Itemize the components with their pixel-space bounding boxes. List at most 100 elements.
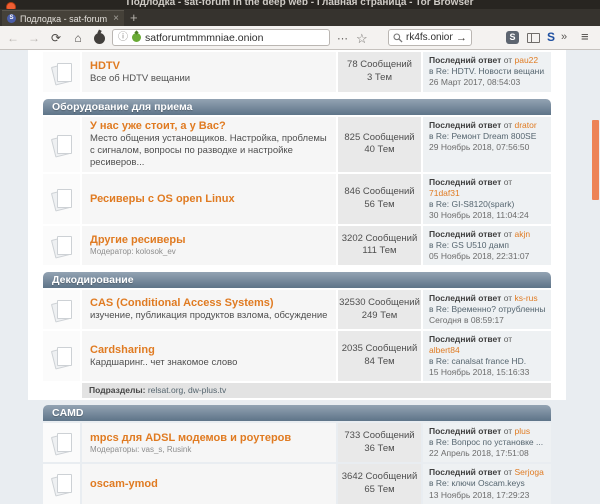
board-stats: 2035 Сообщений 84 Тем <box>338 331 421 382</box>
search-box[interactable]: rk4fs.onion/ → <box>388 29 472 46</box>
board-stats: 78 Сообщений 3 Тем <box>338 52 421 92</box>
board-posts-count: 78 Сообщений <box>347 59 412 71</box>
lastpost-user-link[interactable]: akjn <box>515 229 531 239</box>
lastpost-user-link[interactable]: ks-rus <box>515 293 538 303</box>
forum-category: Оборудование для приема У нас уже стоит,… <box>43 99 551 265</box>
window-close-button[interactable] <box>6 2 16 9</box>
board-pages-icon <box>50 62 72 86</box>
lastpost-topic-link[interactable]: в Re: ключи Oscam.keys <box>429 478 545 489</box>
board-moderators: Модератор: kolosok_ev <box>90 247 176 257</box>
lastpost-topic-link[interactable]: в Re: Временно? отрубленны... <box>429 304 545 315</box>
page-actions-icon[interactable]: ⋯ <box>337 34 348 45</box>
board-info-cell: Другие ресиверы Модератор: kolosok_ev <box>82 225 336 265</box>
back-button[interactable]: ← <box>5 30 21 46</box>
board-pages-icon <box>50 346 72 370</box>
board-posts-count: 2035 Сообщений <box>341 343 418 355</box>
search-go-button[interactable]: → <box>456 32 467 44</box>
board-icon-cell <box>43 464 80 504</box>
category-title: Оборудование для приема <box>52 101 193 113</box>
board-link[interactable]: mpcs для ADSL модемов и роутеров <box>90 432 328 444</box>
board-icon-cell <box>43 117 80 172</box>
lastpost-date: 29 Ноябрь 2018, 07:56:50 <box>429 142 530 153</box>
board-row: oscam-ymod 3642 Сообщений 65 Тем Последн… <box>43 464 551 504</box>
board-topics-count: 3 Тем <box>366 72 392 83</box>
lastpost-topic-link[interactable]: в Re: Ремонт Dream 800SE <box>429 131 545 142</box>
tab-bar: S Подлодка - sat-forum in × + <box>0 9 600 26</box>
board-posts-count: 3202 Сообщений <box>341 232 418 244</box>
browser-tab[interactable]: S Подлодка - sat-forum in × <box>2 10 124 26</box>
lastpost-user-link[interactable]: 71daf31 <box>429 188 460 198</box>
new-tab-button[interactable]: + <box>130 9 138 26</box>
board-info-cell: Cardsharing Кардшаринг.. чет знакомое сл… <box>82 331 336 382</box>
lastpost-user-link[interactable]: plus <box>515 426 531 436</box>
torbutton-onion-icon[interactable] <box>94 33 105 44</box>
lastpost-topic-link[interactable]: в Re: canalsat france HD. <box>429 356 545 367</box>
search-input-value: rk4fs.onion/ <box>406 32 453 43</box>
board-description: Все об HDTV вещании <box>90 72 191 84</box>
sidebar-icon[interactable] <box>527 33 540 43</box>
board-topics-count: 249 Тем <box>361 309 398 321</box>
home-button[interactable]: ⌂ <box>70 30 86 46</box>
lastpost-topic-link[interactable]: в Re: GS U510 дамп <box>429 240 545 251</box>
board-link[interactable]: Другие ресиверы <box>90 234 328 246</box>
forward-button[interactable]: → <box>26 30 42 46</box>
board-pages-icon <box>50 432 72 456</box>
lastpost-topic-link[interactable]: в Re: Вопрос по установке ... <box>429 437 545 448</box>
board-topics-count: 36 Тем <box>364 442 395 454</box>
url-bar[interactable]: ⓘ satforumtmmmniae.onion <box>112 29 330 46</box>
board-description: Место общения установщиков. Настройка, п… <box>90 133 327 168</box>
scrollbar-thumb[interactable] <box>592 120 599 200</box>
overflow-chevron-icon[interactable]: » <box>561 31 567 43</box>
forum-category: Декодирование CAS (Conditional Access Sy… <box>43 271 551 399</box>
noscript-button[interactable]: S <box>506 31 519 44</box>
board-lastpost: Последний ответ от akjn в Re: GS U510 да… <box>423 225 551 265</box>
board-lastpost: Последний ответ от 71daf31 в Re: GI-S812… <box>423 173 551 224</box>
board-description: Кардшаринг.. чет знакомое слово <box>90 356 238 368</box>
board-link[interactable]: У нас уже стоит, а у Вас? <box>90 120 328 132</box>
site-info-icon[interactable]: ⓘ <box>118 32 128 43</box>
window-title: Подлодка - sat-forum in the deep web - Г… <box>126 0 474 8</box>
board-lastpost: Последний ответ от pau22 в Re: HDTV. Нов… <box>423 52 551 92</box>
board-posts-count: 846 Сообщений <box>344 185 415 197</box>
lastpost-user-link[interactable]: drator <box>515 120 537 130</box>
lastpost-label: Последний ответ <box>429 426 502 437</box>
board-topics-count: 40 Тем <box>364 144 395 156</box>
board-link[interactable]: oscam-ymod <box>90 478 328 490</box>
category-header: CAMD <box>43 405 551 422</box>
lastpost-topic-link[interactable]: в Re: HDTV. Новости вещани... <box>429 66 545 77</box>
board-row: Другие ресиверы Модератор: kolosok_ev 32… <box>43 225 551 265</box>
board-link[interactable]: CAS (Conditional Access Systems) <box>90 297 328 309</box>
board-link[interactable]: Ресиверы с OS open Linux <box>90 193 328 205</box>
board-row: HDTV Все об HDTV вещании 78 Сообщений 3 … <box>43 52 551 92</box>
category-rows: mpcs для ADSL модемов и роутеров Модерат… <box>43 423 551 504</box>
board-topics-count: 111 Тем <box>362 245 397 257</box>
board-lastpost: Последний ответ от drator в Re: Ремонт D… <box>423 117 551 172</box>
board-pages-icon <box>50 235 72 259</box>
board-stats: 846 Сообщений 56 Тем <box>338 173 421 224</box>
https-everywhere-button[interactable]: S <box>547 30 555 44</box>
search-icon <box>393 32 403 43</box>
board-icon-cell <box>43 331 80 382</box>
tab-close-icon[interactable]: × <box>113 13 119 24</box>
board-icon-cell <box>43 52 80 92</box>
board-link[interactable]: Cardsharing <box>90 344 328 356</box>
board-lastpost: Последний ответ от Serjoga в Re: ключи O… <box>423 464 551 504</box>
lastpost-label: Последний ответ <box>429 55 502 65</box>
url-text: satforumtmmmniae.onion <box>145 31 264 44</box>
hamburger-menu-icon[interactable]: ≡ <box>581 29 589 44</box>
reload-button[interactable]: ⟳ <box>48 30 64 46</box>
board-pages-icon <box>50 134 72 158</box>
lastpost-user-link[interactable]: pau22 <box>515 55 539 65</box>
category-title: CAMD <box>52 407 84 420</box>
subboard-links[interactable]: relsat.org, dw-plus.tv <box>148 385 226 395</box>
window-titlebar: Подлодка - sat-forum in the deep web - Г… <box>0 0 600 9</box>
lastpost-topic-link[interactable]: в Re: GI-S8120(spark) <box>429 199 545 210</box>
navigation-toolbar: ← → ⟳ ⌂ ⓘ satforumtmmmniae.onion ⋯ ☆ rk4… <box>0 26 600 50</box>
lastpost-user-link[interactable]: albert84 <box>429 345 460 355</box>
board-lastpost: Последний ответ от albert84 в Re: canals… <box>423 331 551 382</box>
board-icon-cell <box>43 289 80 330</box>
board-link[interactable]: HDTV <box>90 60 328 72</box>
lastpost-user-link[interactable]: Serjoga <box>515 467 544 477</box>
bookmark-star-icon[interactable]: ☆ <box>356 31 368 46</box>
lastpost-label: Последний ответ <box>429 228 502 239</box>
